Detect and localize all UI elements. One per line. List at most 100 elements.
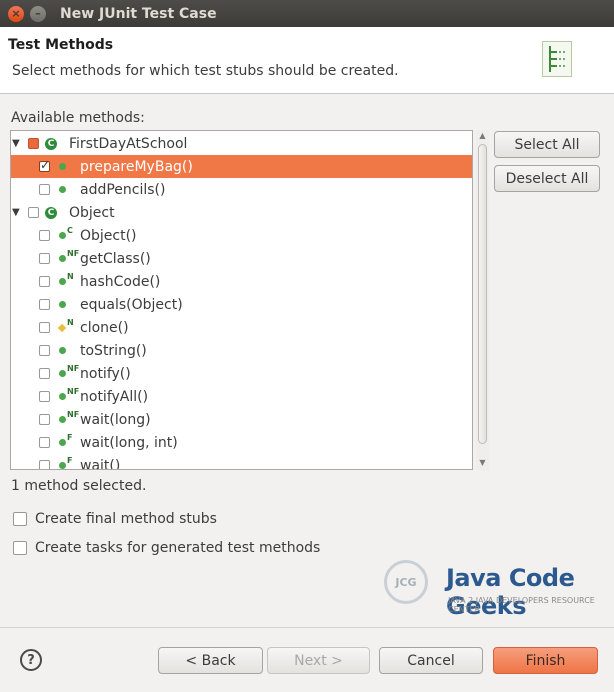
modifier-badge: NF	[67, 249, 80, 258]
tree-item-label: notify()	[80, 365, 131, 382]
modifier-badge: NF	[67, 387, 80, 396]
junit-wizard-icon	[542, 41, 572, 77]
public-method-icon	[59, 232, 66, 239]
tree-method-row[interactable]: toString()	[11, 339, 472, 362]
class-icon: C	[45, 137, 57, 150]
final-stubs-checkbox[interactable]	[13, 512, 27, 526]
method-checkbox[interactable]	[28, 138, 39, 149]
deselect-all-button[interactable]: Deselect All	[494, 165, 600, 192]
methods-tree[interactable]: ▼ C FirstDayAtSchool prepareMyBag() addPenci…	[10, 130, 473, 470]
selection-status: 1 method selected.	[11, 478, 147, 494]
help-icon[interactable]: ?	[20, 649, 42, 671]
public-method-icon	[59, 416, 66, 423]
tree-item-label: prepareMyBag()	[80, 158, 193, 175]
public-method-icon	[59, 278, 66, 285]
public-method-icon	[59, 347, 66, 354]
tree-item-label: wait(long)	[80, 411, 151, 428]
tree-item-label: notifyAll()	[80, 388, 149, 405]
method-checkbox[interactable]	[39, 158, 50, 172]
method-checkbox[interactable]	[28, 207, 39, 218]
public-method-icon	[59, 301, 66, 308]
methods-scrollbar[interactable]: ▲ ▼	[476, 130, 489, 470]
method-checkbox[interactable]	[39, 322, 50, 333]
tree-class-row[interactable]: ▼ C Object	[11, 201, 472, 224]
scroll-up-icon[interactable]: ▲	[476, 130, 489, 142]
tree-item-label: addPencils()	[80, 181, 166, 198]
method-checkbox[interactable]	[39, 299, 50, 310]
final-stubs-label: Create final method stubs	[35, 511, 217, 527]
tree-method-row[interactable]: Fwait(long, int)	[11, 431, 472, 454]
public-method-icon	[59, 163, 66, 170]
tree-method-row[interactable]: NhashCode()	[11, 270, 472, 293]
class-icon: C	[45, 206, 57, 219]
watermark: JCG Java Code Geeks JAVA 2 JAVA DEVELOPE…	[382, 552, 602, 620]
expand-arrow-icon[interactable]: ▼	[12, 138, 20, 149]
wizard-header: Test Methods Select methods for which te…	[0, 27, 614, 94]
tree-method-row[interactable]: Nclone()	[11, 316, 472, 339]
tree-method-row[interactable]: NF notifyAll()	[11, 385, 472, 408]
tree-item-label: FirstDayAtSchool	[69, 135, 188, 152]
method-checkbox[interactable]	[39, 276, 50, 287]
final-stubs-option[interactable]: Create final method stubs	[13, 511, 217, 527]
method-checkbox[interactable]	[39, 230, 50, 241]
scroll-down-icon[interactable]: ▼	[476, 457, 489, 469]
public-method-icon	[59, 370, 66, 377]
modifier-badge: F	[67, 433, 73, 442]
tree-class-row[interactable]: ▼ C FirstDayAtSchool	[11, 132, 472, 155]
method-checkbox[interactable]	[39, 184, 50, 195]
modifier-badge: N	[67, 318, 74, 327]
method-checkbox[interactable]	[39, 414, 50, 425]
modifier-badge: C	[67, 226, 73, 235]
tree-item-label: wait()	[80, 457, 121, 470]
available-methods-label: Available methods:	[11, 110, 145, 126]
select-all-button[interactable]: Select All	[494, 131, 600, 158]
method-checkbox[interactable]	[39, 437, 50, 448]
tasks-label: Create tasks for generated test methods	[35, 540, 321, 556]
minimize-window-button[interactable]: –	[30, 5, 46, 22]
finish-button[interactable]: Finish	[493, 647, 598, 674]
next-button[interactable]: Next >	[267, 647, 370, 674]
expand-arrow-icon[interactable]: ▼	[12, 207, 20, 218]
tree-method-row[interactable]: equals(Object)	[11, 293, 472, 316]
tree-item-label: hashCode()	[80, 273, 161, 290]
tree-method-row[interactable]: NF getClass()	[11, 247, 472, 270]
modifier-badge: NF	[67, 410, 80, 419]
watermark-tagline: JAVA 2 JAVA DEVELOPERS RESOURCE CENTER	[448, 596, 595, 614]
method-checkbox[interactable]	[39, 460, 50, 469]
public-method-icon	[59, 393, 66, 400]
protected-method-icon	[57, 323, 67, 332]
public-method-icon	[59, 462, 66, 469]
tree-item-label: wait(long, int)	[80, 434, 178, 451]
public-method-icon	[59, 439, 66, 446]
scroll-thumb[interactable]	[478, 144, 487, 444]
back-button[interactable]: < Back	[158, 647, 263, 674]
cancel-button[interactable]: Cancel	[379, 647, 483, 674]
method-checkbox[interactable]	[39, 253, 50, 264]
tree-method-row[interactable]: Fwait()	[11, 454, 472, 470]
tree-item-label: toString()	[80, 342, 147, 359]
window-title: New JUnit Test Case	[60, 5, 217, 22]
modifier-badge: F	[67, 456, 73, 465]
modifier-badge: N	[67, 272, 74, 281]
public-method-icon	[59, 255, 66, 262]
tree-method-row[interactable]: NF notify()	[11, 362, 472, 385]
tree-method-row[interactable]: addPencils()	[11, 178, 472, 201]
footer-separator	[0, 627, 614, 628]
method-checkbox[interactable]	[39, 391, 50, 402]
method-checkbox[interactable]	[39, 368, 50, 379]
tasks-checkbox[interactable]	[13, 541, 27, 555]
modifier-badge: NF	[67, 364, 80, 373]
method-checkbox[interactable]	[39, 345, 50, 356]
page-description: Select methods for which test stubs shou…	[12, 63, 399, 79]
tree-item-label: Object	[69, 204, 115, 221]
tree-method-row[interactable]: prepareMyBag()	[11, 155, 472, 178]
tree-item-label: clone()	[80, 319, 129, 336]
tree-method-row[interactable]: NF wait(long)	[11, 408, 472, 431]
tasks-option[interactable]: Create tasks for generated test methods	[13, 540, 320, 556]
close-window-button[interactable]: ×	[8, 5, 24, 22]
tree-item-label: Object()	[80, 227, 137, 244]
tree-method-row[interactable]: C Object()	[11, 224, 472, 247]
page-title: Test Methods	[8, 37, 114, 53]
title-bar: × – New JUnit Test Case	[0, 0, 614, 27]
public-method-icon	[59, 186, 66, 193]
